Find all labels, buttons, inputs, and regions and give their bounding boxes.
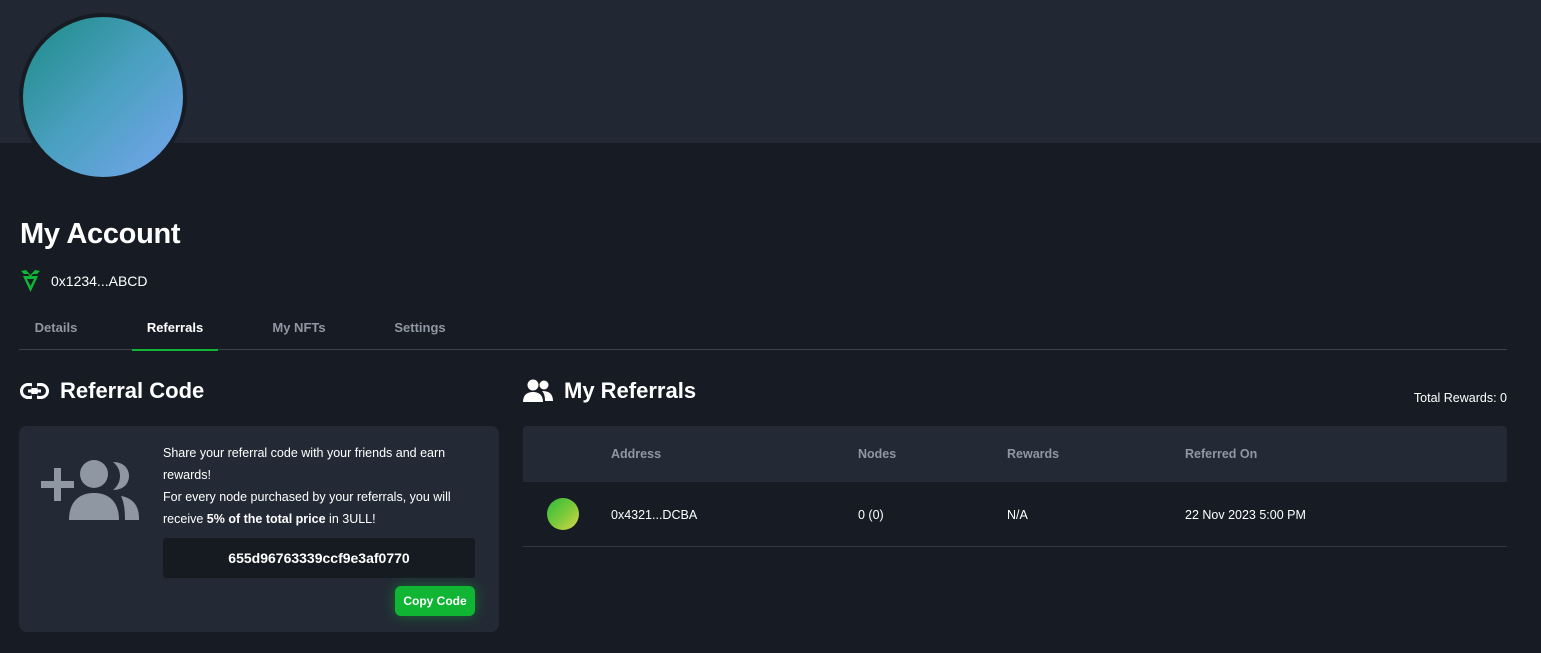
- wallet-address: 0x1234...ABCD: [51, 273, 148, 289]
- table-header: Address Nodes Rewards Referred On: [523, 426, 1507, 482]
- column-nodes: Nodes: [858, 447, 897, 461]
- tab-details[interactable]: Details: [19, 305, 93, 349]
- column-rewards: Rewards: [1007, 447, 1060, 461]
- add-users-icon: [41, 460, 139, 520]
- referral-description-line1: Share your referral code with your frien…: [163, 446, 446, 482]
- column-address: Address: [611, 447, 662, 461]
- users-icon: [523, 379, 553, 402]
- referral-address: 0x4321...DCBA: [611, 507, 698, 522]
- referral-rewards: N/A: [1007, 507, 1028, 522]
- copy-code-button[interactable]: Copy Code: [395, 586, 475, 616]
- column-referred-on: Referred On: [1185, 447, 1258, 461]
- my-referrals-heading: My Referrals: [523, 378, 696, 404]
- referral-code-heading: Referral Code: [20, 378, 204, 404]
- referrals-table: Address Nodes Rewards Referred On 0x4321…: [523, 426, 1507, 547]
- total-rewards: Total Rewards: 0: [1413, 391, 1507, 405]
- referral-percent: 5% of the total price: [206, 512, 326, 526]
- referral-code-card: Share your referral code with your frien…: [19, 426, 499, 632]
- referral-avatar: [547, 498, 579, 530]
- page-title: My Account: [20, 218, 181, 250]
- referral-code-title: Referral Code: [60, 378, 205, 403]
- my-referrals-title: My Referrals: [564, 378, 697, 403]
- wallet-row: 0x1234...ABCD: [20, 268, 148, 294]
- referral-date: 22 Nov 2023 5:00 PM: [1185, 507, 1306, 522]
- referral-code-value[interactable]: 655d96763339ccf9e3af0770: [163, 538, 475, 578]
- brand-logo-icon: [21, 270, 40, 292]
- profile-banner: [0, 0, 1541, 143]
- tab-referrals[interactable]: Referrals: [132, 305, 218, 351]
- tab-settings[interactable]: Settings: [381, 305, 459, 349]
- link-icon: [20, 383, 49, 399]
- table-row: 0x4321...DCBA 0 (0) N/A 22 Nov 2023 5:00…: [523, 482, 1507, 547]
- referral-nodes: 0 (0): [858, 507, 884, 522]
- referral-description-suffix: in 3ULL!: [325, 512, 376, 526]
- profile-avatar: [19, 13, 187, 181]
- referral-description: Share your referral code with your frien…: [163, 442, 483, 530]
- account-tabs: Details Referrals My NFTs Settings: [19, 305, 1507, 351]
- tab-my-nfts[interactable]: My NFTs: [259, 305, 339, 349]
